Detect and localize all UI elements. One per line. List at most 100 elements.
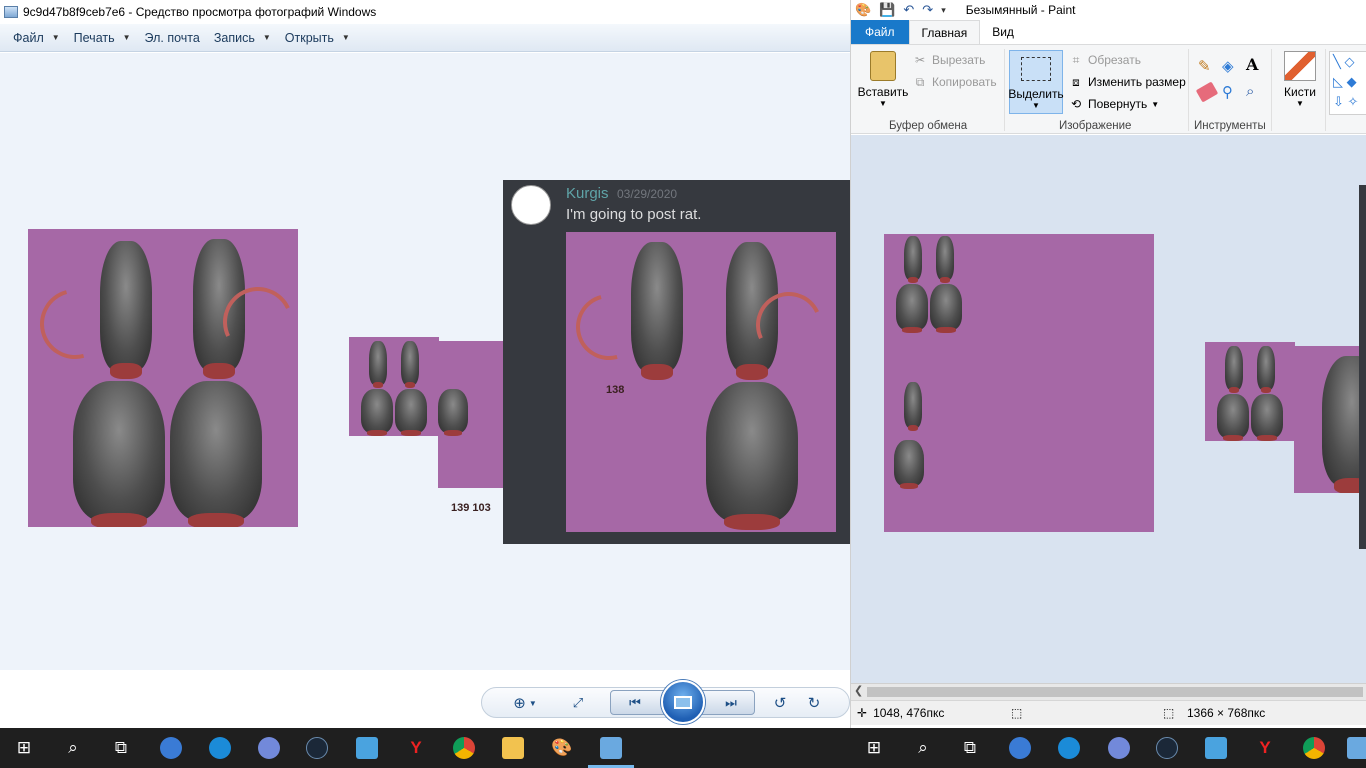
rat-sprite-sheet-large <box>28 229 298 527</box>
copy-button[interactable]: ⧉ Копировать <box>913 74 997 90</box>
zoom-icon[interactable]: ⊕ ▼ <box>508 692 542 714</box>
photo-viewer-icon[interactable] <box>1345 735 1366 761</box>
menu-file[interactable]: Файл ▼ <box>6 27 67 49</box>
redo-icon[interactable]: ↷ <box>922 2 933 18</box>
resize-icon: ⧈ <box>1072 74 1080 89</box>
actual-size-icon[interactable]: ⤢ <box>566 692 590 714</box>
paint-window: 🎨 💾 ↶ ↷ ▾ Безымянный - Paint Файл Главна… <box>850 0 1366 728</box>
paint-titlebar: 🎨 💾 ↶ ↷ ▾ Безымянный - Paint <box>851 0 1366 20</box>
select-button[interactable]: Выделить ▼ <box>1008 50 1064 114</box>
copy-icon: ⧉ <box>915 74 925 89</box>
chevron-down-icon: ▼ <box>1032 101 1040 110</box>
copy-label: Копировать <box>932 75 997 89</box>
slideshow-icon[interactable] <box>661 680 705 724</box>
rat-sprite <box>706 382 798 531</box>
pasted-discord-edge <box>1359 185 1366 549</box>
fill-icon[interactable]: ◈ <box>1222 57 1240 75</box>
menu-burn[interactable]: Запись ▼ <box>207 27 278 49</box>
sheet-caption-small: 139 103 <box>451 502 491 514</box>
menu-email-label: Эл. почта <box>144 30 200 45</box>
tab-file[interactable]: Файл <box>851 20 909 44</box>
discord-username[interactable]: Kurgis <box>566 185 609 202</box>
eraser-icon[interactable] <box>1195 81 1219 103</box>
windows-icon[interactable]: ⊞ <box>11 735 37 761</box>
paint-canvas[interactable] <box>884 234 1154 532</box>
viewer-window-title: 9c9d47b8f9ceb7e6 - Средство просмотра фо… <box>23 5 377 19</box>
menu-print[interactable]: Печать ▼ <box>67 27 138 49</box>
save-icon[interactable]: 💾 <box>879 2 895 18</box>
rotate-cw-icon[interactable]: ↻ <box>802 692 826 714</box>
selection-icon <box>1021 57 1051 81</box>
ribbon-separator <box>1325 49 1326 131</box>
app-icon-2[interactable] <box>207 735 233 761</box>
chevron-down-icon: ▼ <box>879 99 887 108</box>
yandex-icon[interactable]: Y <box>1252 735 1278 761</box>
ribbon-separator <box>1271 49 1272 131</box>
app-icon-1[interactable] <box>158 735 184 761</box>
selection-size-icon: ⬚ <box>1011 706 1023 720</box>
customize-quick-access-icon[interactable]: ▾ <box>941 5 946 16</box>
steam-icon[interactable] <box>1154 735 1180 761</box>
brushes-button[interactable]: Кисти ▼ <box>1279 51 1321 113</box>
photo-viewer-icon[interactable] <box>598 735 624 761</box>
rat-sprite <box>936 236 954 283</box>
menu-open[interactable]: Открыть ▼ <box>278 27 357 49</box>
app-icon-2[interactable] <box>1056 735 1082 761</box>
app-icon-3[interactable] <box>1203 735 1229 761</box>
scroll-left-icon[interactable]: ❮ <box>854 684 863 697</box>
rat-sprite <box>401 341 419 388</box>
menu-email[interactable]: Эл. почта <box>138 27 207 49</box>
folder-icon[interactable] <box>500 735 526 761</box>
steam-icon[interactable] <box>304 735 330 761</box>
select-label: Выделить <box>1008 87 1064 101</box>
next-icon[interactable]: ⏭ <box>718 692 744 714</box>
chrome-icon[interactable] <box>1301 735 1327 761</box>
avatar[interactable] <box>511 185 551 225</box>
paint-icon[interactable]: 🎨 <box>549 735 575 761</box>
tab-view[interactable]: Вид <box>980 20 1026 44</box>
rotate-button[interactable]: ⟲ Повернуть ▼ <box>1069 97 1159 111</box>
app-icon-1[interactable] <box>1007 735 1033 761</box>
text-icon[interactable]: A <box>1246 55 1264 74</box>
rotate-ccw-icon[interactable]: ↺ <box>768 692 792 714</box>
chevron-down-icon: ▼ <box>122 33 131 42</box>
discord-message-text: I'm going to post rat. <box>566 206 702 223</box>
task-view-icon[interactable]: ⧉ <box>108 735 134 761</box>
pasted-rat-sheet[interactable] <box>1205 342 1295 441</box>
search-icon[interactable]: ⌕ <box>910 735 936 761</box>
discord-icon[interactable] <box>1106 735 1132 761</box>
rat-sprite <box>631 242 683 380</box>
cut-button[interactable]: ✂ Вырезать <box>913 53 985 67</box>
discord-timestamp: 03/29/2020 <box>617 187 678 201</box>
pasted-rat-sheet-2[interactable] <box>1294 346 1366 493</box>
paint-statusbar: ✛ 1048, 476пкс ⬚ ⬚ 1366 × 768пкс <box>851 700 1366 725</box>
windows-icon[interactable]: ⊞ <box>861 735 887 761</box>
brushes-label: Кисти <box>1284 85 1316 99</box>
task-view-icon[interactable]: ⧉ <box>957 735 983 761</box>
chrome-icon[interactable] <box>451 735 477 761</box>
resize-button[interactable]: ⧈ Изменить размер <box>1069 74 1186 90</box>
previous-icon[interactable]: ⏮ <box>622 692 648 714</box>
horizontal-scrollbar[interactable]: ❮ <box>851 683 1366 700</box>
crop-button[interactable]: ⌗ Обрезать <box>1069 53 1141 68</box>
color-picker-icon[interactable]: ⚲ <box>1222 83 1240 101</box>
rat-sprite <box>904 382 922 431</box>
cursor-position-icon: ✛ <box>857 706 868 720</box>
sheet-caption-discord: 138 <box>606 384 625 396</box>
yandex-icon[interactable]: Y <box>403 735 429 761</box>
undo-icon[interactable]: ↶ <box>903 2 914 18</box>
scrollbar-thumb[interactable] <box>867 687 1363 697</box>
tab-home[interactable]: Главная <box>908 20 981 44</box>
resize-label: Изменить размер <box>1088 75 1186 89</box>
magnifier-icon[interactable]: ⌕ <box>1246 83 1264 101</box>
rat-sprite <box>904 236 922 283</box>
chevron-down-icon: ▼ <box>51 33 60 42</box>
shapes-gallery[interactable]: ╲ ◇ ◺ ◆ ⇩ ✧ <box>1329 51 1366 115</box>
cursor-position: 1048, 476пкс <box>873 706 945 720</box>
paste-button[interactable]: Вставить ▼ <box>858 51 908 113</box>
pencil-icon[interactable]: ✎ <box>1198 57 1216 75</box>
search-icon[interactable]: ⌕ <box>60 735 86 761</box>
app-icon-3[interactable] <box>354 735 380 761</box>
discord-attachment-image[interactable]: 138 <box>566 232 836 532</box>
discord-icon[interactable] <box>256 735 282 761</box>
